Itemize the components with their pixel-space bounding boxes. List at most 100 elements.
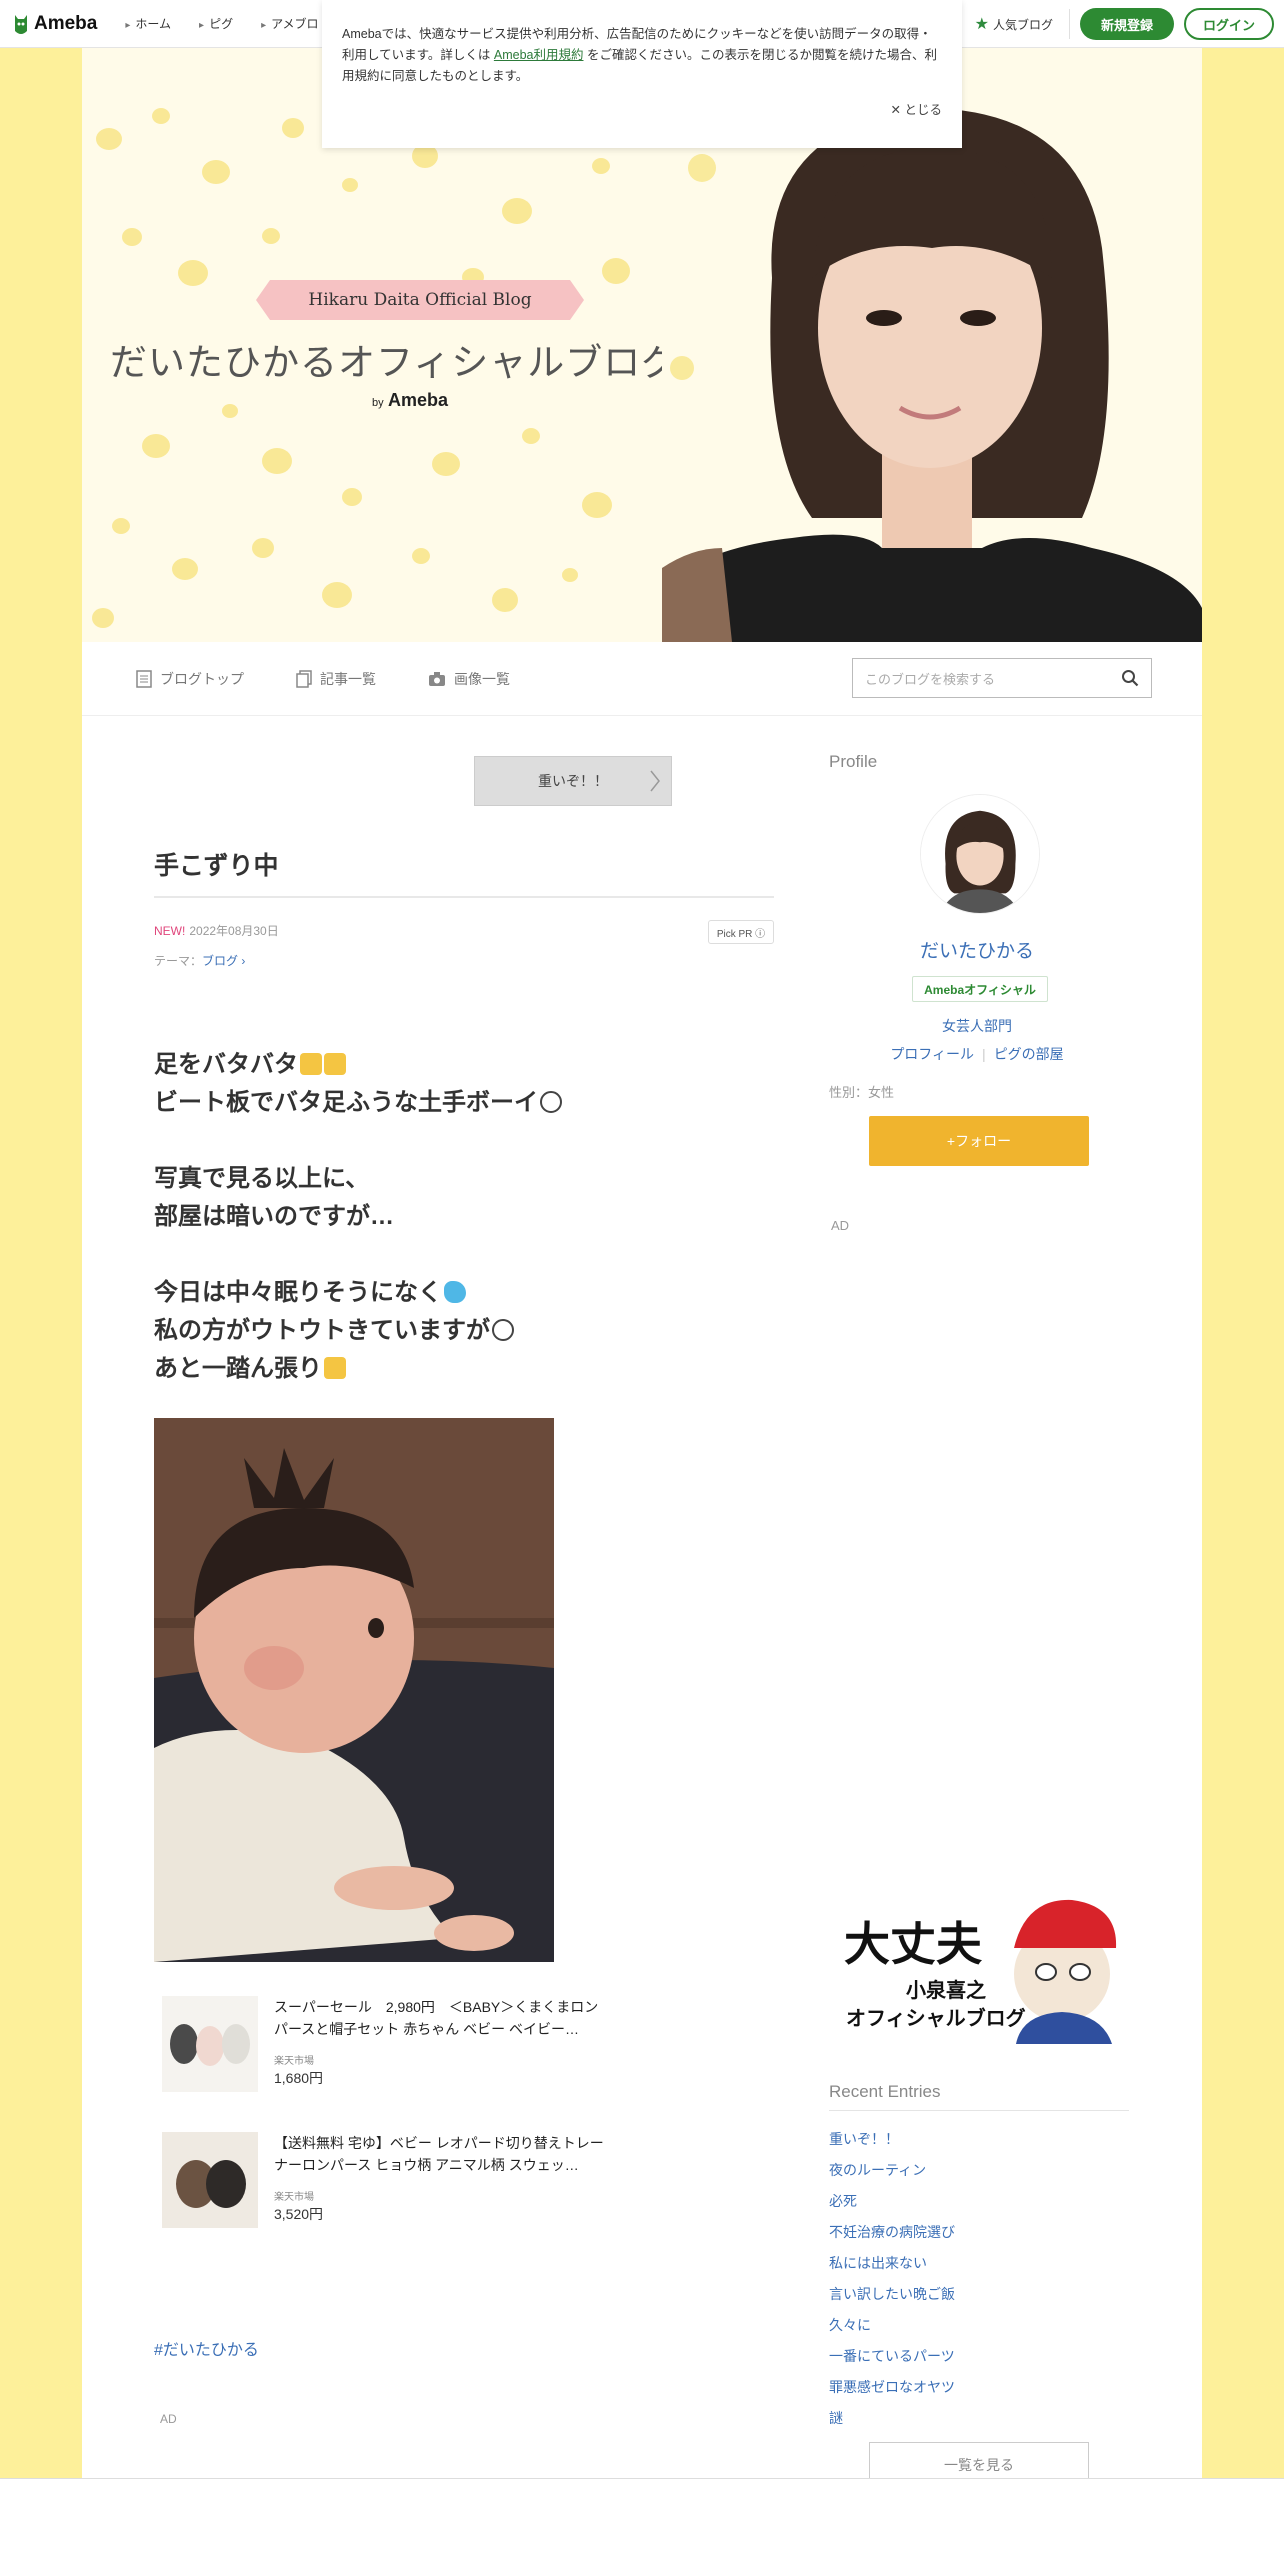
decor-dot bbox=[492, 588, 518, 612]
nav-image-list[interactable]: 画像一覧 bbox=[428, 669, 510, 689]
profile-gender: 性別：女性 bbox=[829, 1085, 895, 1100]
theme-value: ブログ bbox=[202, 954, 239, 968]
decor-dot bbox=[562, 568, 578, 582]
previous-entry-button[interactable]: 重いぞ！！ bbox=[474, 756, 672, 806]
recent-entry-link[interactable]: 必死 bbox=[829, 2186, 955, 2217]
nav-blog-top[interactable]: ブログトップ bbox=[136, 669, 244, 689]
decor-dot bbox=[152, 108, 170, 124]
global-nav: ホーム ピグ アメブロ bbox=[111, 15, 332, 32]
decor-dot bbox=[432, 452, 460, 476]
banner-name: 小泉喜之 bbox=[906, 1980, 986, 2002]
sweat-emoji-icon bbox=[444, 1281, 466, 1303]
blog-title[interactable]: だいたひかるオフィシャルブログ bbox=[110, 332, 679, 386]
chevron-right-icon bbox=[650, 770, 660, 792]
ad-label: AD bbox=[160, 2412, 177, 2426]
popular-blog-link[interactable]: ★ 人気ブログ bbox=[975, 14, 1053, 34]
follow-button[interactable]: +フォロー bbox=[869, 1116, 1089, 1166]
cookie-close-button[interactable]: ✕ とじる bbox=[891, 100, 942, 121]
muscle-emoji-icon bbox=[324, 1357, 346, 1379]
decor-dot bbox=[522, 428, 540, 444]
cookie-notice: Amebaでは、快適なサービス提供や利用分析、広告配信のためにクッキーなどを使い… bbox=[322, 0, 962, 148]
decor-dot bbox=[592, 158, 610, 174]
decor-dot bbox=[322, 582, 352, 608]
decor-dot bbox=[252, 538, 274, 558]
hashtag-link[interactable]: #だいたひかる bbox=[154, 2336, 259, 2360]
ameba-logo[interactable]: Ameba bbox=[12, 11, 97, 37]
search-icon[interactable] bbox=[1121, 669, 1139, 687]
blog-subnav: ブログトップ 記事一覧 画像一覧 このブログを検索する bbox=[82, 642, 1202, 716]
recent-entry-link[interactable]: 夜のルーティン bbox=[829, 2155, 955, 2186]
blog-search-input[interactable]: このブログを検索する bbox=[852, 658, 1152, 698]
nav-ameblo[interactable]: アメブロ bbox=[247, 15, 332, 32]
nav-entry-list[interactable]: 記事一覧 bbox=[296, 669, 376, 689]
theme-label: テーマ： bbox=[154, 954, 203, 968]
recent-entries-heading: Recent Entries bbox=[829, 2082, 1129, 2111]
profile-link[interactable]: プロフィール bbox=[890, 1046, 974, 1062]
signup-button[interactable]: 新規登録 bbox=[1080, 8, 1174, 40]
promo-banner[interactable]: 大丈夫 小泉喜之 オフィシャルブログ bbox=[836, 1888, 1132, 2044]
nav-pig[interactable]: ピグ bbox=[185, 15, 247, 32]
foot-emoji-icon bbox=[324, 1053, 346, 1075]
decor-dot bbox=[262, 448, 292, 474]
recent-entry-link[interactable]: 謎 bbox=[829, 2403, 955, 2434]
profile-avatar[interactable] bbox=[920, 794, 1040, 914]
previous-entry-label: 重いぞ！！ bbox=[538, 773, 608, 789]
recent-entry-link[interactable]: 言い訳したい晩ご飯 bbox=[829, 2279, 955, 2310]
new-badge: NEW! bbox=[154, 924, 186, 938]
nav-blog-top-label: ブログトップ bbox=[160, 670, 244, 687]
nav-home[interactable]: ホーム bbox=[111, 15, 185, 32]
product-card[interactable]: 【送料無料 宅ゆ】ベビー レオパード切り替えトレーナーロンパース ヒョウ柄 アニ… bbox=[162, 2132, 622, 2232]
decor-dot bbox=[112, 518, 130, 534]
recent-entry-link[interactable]: 重いぞ！！ bbox=[829, 2124, 955, 2155]
by-ameba-mark: by Ameba bbox=[372, 390, 448, 411]
profile-heading: Profile bbox=[829, 752, 878, 771]
recent-entry-link[interactable]: 不妊治療の病院選び bbox=[829, 2217, 955, 2248]
decor-dot bbox=[222, 404, 238, 418]
pig-room-link[interactable]: ピグの部屋 bbox=[994, 1046, 1064, 1062]
product-thumbnail bbox=[162, 2132, 258, 2228]
entry-title[interactable]: 手こずり中 bbox=[154, 846, 279, 882]
recent-entry-link[interactable]: 一番にているパーツ bbox=[829, 2341, 955, 2372]
close-icon: ✕ bbox=[890, 103, 901, 117]
cookie-close-label: とじる bbox=[904, 103, 942, 117]
baby-photo[interactable] bbox=[154, 1418, 554, 1962]
body-line: 私の方がウトウトきていますが bbox=[154, 1317, 490, 1344]
recent-entry-link[interactable]: 罪悪感ゼロなオヤツ bbox=[829, 2372, 955, 2403]
product-card[interactable]: スーパーセール 2,980円 ＜BABY＞くまくまロンパースと帽子セット 赤ちゃ… bbox=[162, 1996, 622, 2096]
pickpr-badge[interactable]: Pick PR ⓘ bbox=[708, 920, 774, 944]
body-line: 部屋は暗いのですが… bbox=[154, 1203, 394, 1230]
decor-dot bbox=[412, 548, 430, 564]
product-title: 【送料無料 宅ゆ】ベビー レオパード切り替えトレーナーロンパース ヒョウ柄 アニ… bbox=[274, 2135, 604, 2173]
decor-dot bbox=[282, 118, 304, 138]
search-placeholder: このブログを検索する bbox=[865, 671, 996, 687]
entry-theme: テーマ：ブログ › bbox=[154, 952, 245, 969]
document-icon bbox=[136, 669, 152, 688]
link-divider: | bbox=[982, 1046, 986, 1062]
recent-entry-link[interactable]: 私には出来ない bbox=[829, 2248, 955, 2279]
by-brand: Ameba bbox=[387, 390, 448, 410]
product-shop: 楽天市場 bbox=[274, 2056, 314, 2067]
logo-text: Ameba bbox=[34, 12, 98, 34]
profile-links: プロフィール | ピグの部屋 bbox=[829, 1044, 1125, 1064]
footer-strip bbox=[0, 2478, 1284, 2568]
decor-dot bbox=[96, 128, 122, 150]
body-line: あと一踏ん張り bbox=[154, 1355, 322, 1382]
decor-dot bbox=[262, 228, 280, 244]
body-line: ビート板でバタ足ふうな土手ボーイ bbox=[154, 1089, 538, 1116]
decor-dot bbox=[342, 178, 358, 192]
decor-dot bbox=[142, 434, 170, 458]
profile-name[interactable]: だいたひかる bbox=[829, 936, 1125, 963]
camera-icon bbox=[429, 671, 445, 686]
login-button[interactable]: ログイン bbox=[1184, 8, 1274, 40]
theme-link[interactable]: ブログ › bbox=[202, 954, 245, 968]
profile-category[interactable]: 女芸人部門 bbox=[829, 1016, 1125, 1036]
banner-subtitle: オフィシャルブログ bbox=[846, 2008, 1026, 2030]
terms-link[interactable]: Ameba利用規約 bbox=[494, 48, 584, 62]
decor-dot bbox=[122, 228, 142, 246]
body-line: 足をバタバタ bbox=[154, 1051, 298, 1078]
decor-dot bbox=[92, 608, 114, 628]
recent-entry-link[interactable]: 久々に bbox=[829, 2310, 955, 2341]
decor-dot bbox=[582, 492, 612, 518]
nav-entry-list-label: 記事一覧 bbox=[320, 670, 376, 687]
body-line: 今日は中々眠りそうになく bbox=[154, 1279, 442, 1306]
